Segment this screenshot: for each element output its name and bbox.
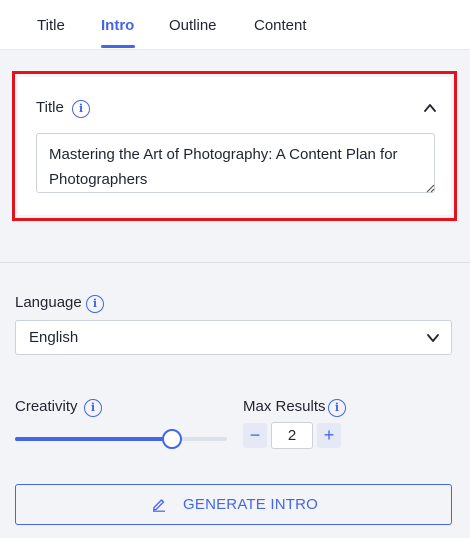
pencil-icon <box>153 499 165 512</box>
title-section: Title i <box>18 77 451 215</box>
language-select[interactable]: English <box>15 320 452 355</box>
slider-fill <box>15 437 172 441</box>
resize-grip-icon[interactable] <box>425 183 435 193</box>
increment-button[interactable]: + <box>317 423 341 448</box>
title-textarea[interactable] <box>36 133 435 193</box>
info-icon[interactable]: i <box>328 399 346 417</box>
info-icon[interactable]: i <box>86 295 104 313</box>
tab-title[interactable]: Title <box>37 16 65 36</box>
tab-intro[interactable]: Intro <box>101 16 134 36</box>
active-tab-indicator <box>101 45 135 48</box>
decrement-button[interactable]: − <box>243 423 267 448</box>
tab-bar: Title Intro Outline Content <box>0 0 470 50</box>
generate-intro-label: GENERATE INTRO <box>183 496 319 513</box>
slider-thumb[interactable] <box>161 429 182 449</box>
tab-content[interactable]: Content <box>254 16 307 36</box>
title-label: Title <box>36 99 64 116</box>
info-icon[interactable]: i <box>72 100 90 118</box>
chevron-down-icon <box>427 334 439 342</box>
language-label: Language <box>15 294 82 311</box>
title-section-highlight: Title i <box>12 71 457 221</box>
info-icon[interactable]: i <box>84 399 102 417</box>
creativity-label: Creativity <box>15 398 78 415</box>
chevron-up-icon[interactable] <box>423 101 437 115</box>
max-results-input[interactable]: 2 <box>271 422 313 449</box>
language-selected-value: English <box>29 329 79 346</box>
section-divider <box>0 262 470 263</box>
tab-outline[interactable]: Outline <box>169 16 217 36</box>
creativity-slider[interactable] <box>15 428 227 450</box>
max-results-label: Max Results <box>243 398 326 415</box>
generate-intro-button[interactable]: GENERATE INTRO <box>15 484 452 525</box>
